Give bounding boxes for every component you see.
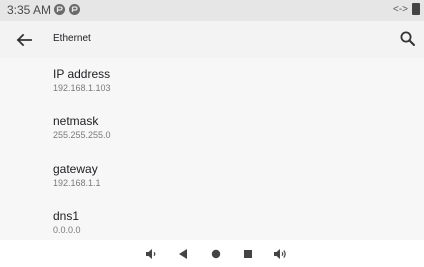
recents-square-icon[interactable] xyxy=(240,246,256,262)
status-bar: 3:35 AM <-> xyxy=(0,0,424,21)
setting-label: dns1 xyxy=(53,209,80,223)
setting-ip-address[interactable]: IP address 192.168.1.103 xyxy=(53,67,111,94)
volume-up-icon[interactable] xyxy=(272,246,288,262)
app-notification-icon xyxy=(69,4,80,15)
status-right-icons: <-> xyxy=(393,3,420,15)
setting-label: gateway xyxy=(53,162,98,176)
setting-netmask[interactable]: netmask 255.255.255.0 xyxy=(53,114,111,141)
data-arrows-icon: <-> xyxy=(392,3,408,15)
setting-label: IP address xyxy=(53,67,111,81)
setting-value: 255.255.255.0 xyxy=(53,130,111,140)
settings-list: IP address 192.168.1.103 netmask 255.255… xyxy=(0,58,424,240)
back-triangle-icon[interactable] xyxy=(175,246,191,262)
setting-label: netmask xyxy=(53,114,99,128)
arrow-back-icon[interactable] xyxy=(12,28,36,52)
app-notification-icon xyxy=(54,4,65,15)
setting-value: 0.0.0.0 xyxy=(53,225,81,235)
setting-dns1[interactable]: dns1 0.0.0.0 xyxy=(53,209,81,236)
setting-value: 192.168.1.1 xyxy=(53,178,101,188)
app-toolbar: Ethernet xyxy=(0,21,424,58)
navigation-bar xyxy=(0,240,424,267)
page-title: Ethernet xyxy=(53,33,91,44)
battery-icon xyxy=(412,3,420,15)
setting-value: 192.168.1.103 xyxy=(53,83,111,93)
volume-down-icon[interactable] xyxy=(143,246,159,262)
search-icon[interactable] xyxy=(398,29,418,49)
setting-gateway[interactable]: gateway 192.168.1.1 xyxy=(53,162,101,189)
status-time: 3:35 AM xyxy=(7,3,52,17)
home-circle-icon[interactable] xyxy=(208,246,224,262)
